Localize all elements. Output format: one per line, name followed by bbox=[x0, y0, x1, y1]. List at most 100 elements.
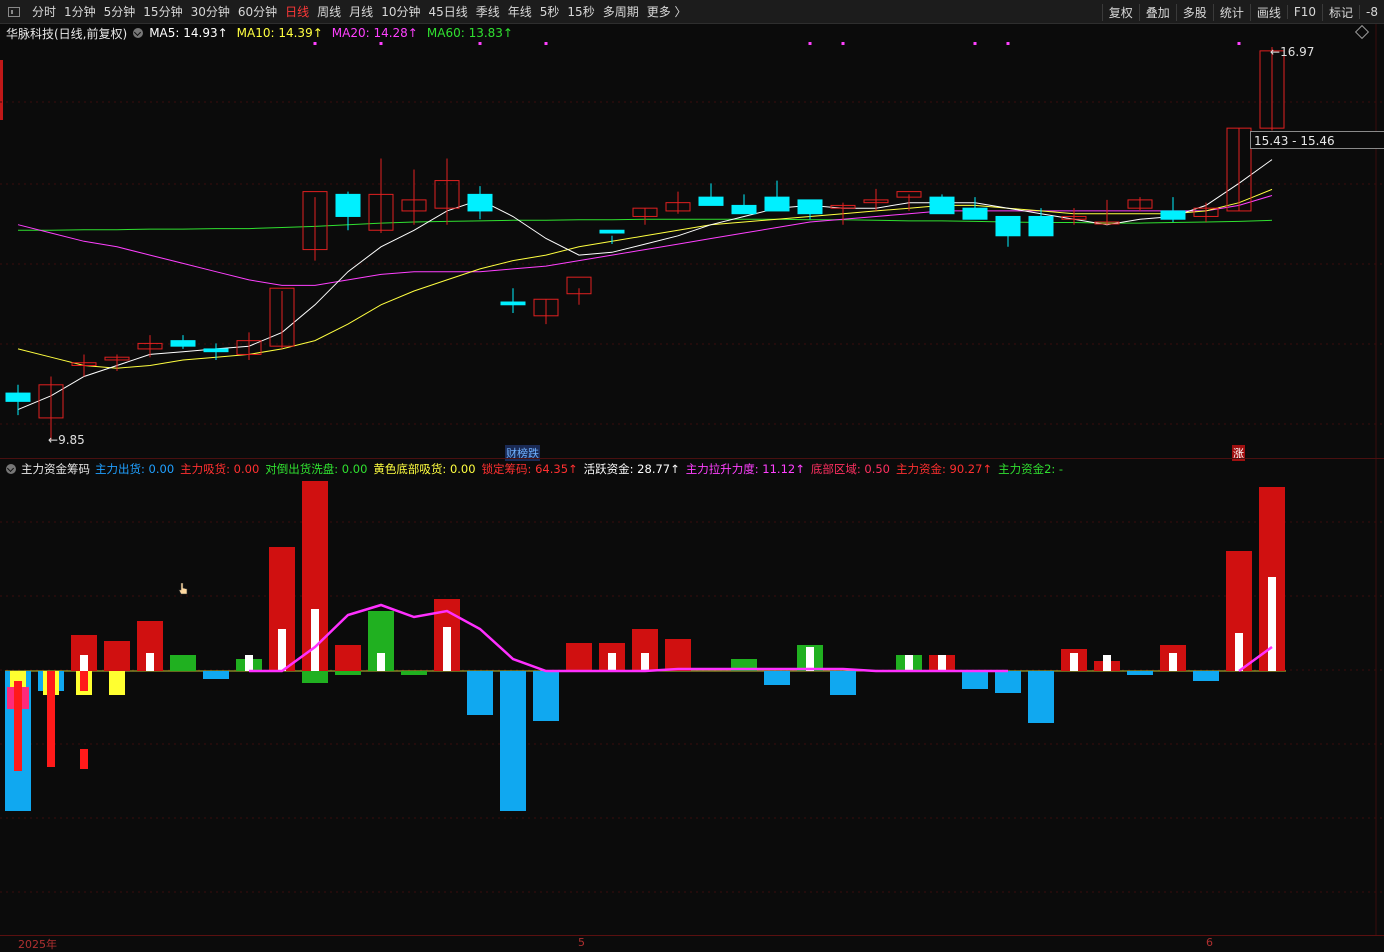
arrow-left-icon: ← bbox=[48, 433, 59, 447]
period-tabs: 分时 1分钟 5分钟 15分钟 30分钟 60分钟 日线 周线 月线 10分钟 45日线 季线 年线 5秒… bbox=[28, 3, 691, 20]
candle-body bbox=[731, 204, 757, 215]
main-fund-bar bbox=[566, 643, 592, 671]
outflow-bar bbox=[203, 671, 229, 679]
wash-bar bbox=[302, 671, 328, 683]
bottom-absorb-bar bbox=[109, 671, 125, 695]
period-tab[interactable]: 15分钟 bbox=[139, 3, 186, 20]
period-toolbar: 分时 1分钟 5分钟 15分钟 30分钟 60分钟 日线 周线 月线 10分钟 45日线 季线 年线 5秒… bbox=[0, 0, 1384, 24]
candle-body bbox=[929, 196, 955, 215]
lock-chip-bar bbox=[1070, 653, 1078, 671]
outflow-bar bbox=[764, 671, 790, 685]
candle-body bbox=[1160, 210, 1186, 220]
signal-dot bbox=[841, 42, 845, 45]
period-tab[interactable]: 多周期 bbox=[599, 3, 643, 20]
low-price-label: ←9.85 bbox=[48, 433, 85, 447]
lock-chip-bar bbox=[80, 655, 88, 671]
indicator-value: 黄色底部吸货: 0.00 bbox=[373, 462, 476, 476]
period-tab[interactable]: 季线 bbox=[472, 3, 504, 20]
candle-body bbox=[467, 193, 493, 212]
indicator-values: 主力出货: 0.00 主力吸货: 0.00 对倒出货洗盘: 0.00 黄色底部吸货: … bbox=[95, 461, 1069, 477]
x-axis-label: 5 bbox=[578, 936, 585, 949]
absorb-bar bbox=[14, 681, 22, 771]
period-tab[interactable]: 45日线 bbox=[424, 3, 471, 20]
panel-toggle-icon[interactable] bbox=[8, 6, 20, 17]
tool-button[interactable]: F10 bbox=[1286, 5, 1322, 19]
ma5-line bbox=[17, 159, 1273, 411]
signal-dot bbox=[1237, 42, 1241, 45]
candles bbox=[5, 47, 1285, 440]
price-range-box: 15.43 - 15.46 bbox=[1250, 131, 1384, 149]
indicator-value: 底部区域: 0.50 bbox=[810, 462, 890, 476]
lock-chip-bar bbox=[377, 653, 385, 671]
period-tab[interactable]: 分时 bbox=[28, 3, 60, 20]
period-tab[interactable]: 15秒 bbox=[563, 3, 598, 20]
indicator-value: 主力拉升力度: 11.12↑ bbox=[685, 462, 805, 476]
lock-chip-bar bbox=[1169, 653, 1177, 671]
period-tab[interactable]: 周线 bbox=[313, 3, 345, 20]
signal-dot bbox=[1006, 42, 1010, 45]
tool-button[interactable]: 画线 bbox=[1249, 3, 1287, 21]
panel-divider bbox=[0, 458, 1384, 459]
candle-body bbox=[698, 196, 724, 206]
candle-body bbox=[170, 340, 196, 347]
period-tab[interactable]: 日线 bbox=[281, 3, 313, 20]
lock-chip-bar bbox=[608, 653, 616, 671]
candle-body bbox=[962, 207, 988, 220]
signal-dot bbox=[478, 42, 482, 45]
x-axis-label: 2025年 bbox=[18, 938, 57, 951]
signal-dot bbox=[808, 42, 812, 45]
lock-chip-bar bbox=[1235, 633, 1243, 671]
outflow-bar bbox=[1127, 671, 1153, 675]
wash-bar bbox=[170, 655, 196, 671]
period-tab[interactable]: 5秒 bbox=[536, 3, 564, 20]
signal-dot bbox=[313, 42, 317, 45]
tool-button[interactable]: 叠加 bbox=[1138, 3, 1176, 21]
period-tab[interactable]: 1分钟 bbox=[60, 3, 100, 20]
tool-button[interactable]: -8 bbox=[1359, 5, 1384, 19]
indicator-value: 对倒出货洗盘: 0.00 bbox=[265, 462, 368, 476]
period-tab[interactable]: 10分钟 bbox=[377, 3, 424, 20]
signal-dot bbox=[379, 42, 383, 45]
main-fund-bar bbox=[335, 645, 361, 671]
candle-body bbox=[5, 392, 31, 402]
wash-bar bbox=[401, 671, 427, 675]
indicator-value: 活跃资金: 28.77↑ bbox=[583, 462, 680, 476]
chart-canvas[interactable] bbox=[0, 24, 1384, 935]
outflow-bar bbox=[1193, 671, 1219, 681]
signal-dots bbox=[313, 42, 1241, 45]
tool-button[interactable]: 标记 bbox=[1322, 3, 1359, 21]
lock-chip-bar bbox=[905, 655, 913, 671]
period-tab[interactable]: 30分钟 bbox=[187, 3, 234, 20]
right-tools: 复权 叠加 多股 统计 画线 F10 标记 -8 bbox=[1101, 0, 1384, 24]
lift-line-segment bbox=[249, 603, 1008, 673]
collapse-circle-icon[interactable] bbox=[6, 464, 16, 474]
lock-chip-bar bbox=[245, 655, 253, 671]
x-axis: 2025年 5 6 bbox=[0, 935, 1384, 951]
wash-bar bbox=[335, 671, 361, 675]
lock-chip-bar bbox=[938, 655, 946, 671]
tool-button[interactable]: 复权 bbox=[1101, 3, 1139, 21]
period-tab[interactable]: 5分钟 bbox=[100, 3, 140, 20]
period-tab[interactable]: 月线 bbox=[345, 3, 377, 20]
high-price-label: ←16.97 bbox=[1270, 45, 1315, 59]
lock-chip-bar bbox=[278, 629, 286, 671]
period-tab[interactable]: 年线 bbox=[504, 3, 536, 20]
indicator-value: 主力资金: 90.27↑ bbox=[895, 462, 993, 476]
absorb-bar bbox=[80, 671, 88, 691]
arrow-left-icon: ← bbox=[1270, 45, 1281, 59]
main-fund-bar bbox=[665, 639, 691, 671]
tool-button[interactable]: 多股 bbox=[1175, 3, 1213, 21]
period-tab[interactable]: 更多 〉 bbox=[643, 3, 691, 20]
lock-chip-bar bbox=[1103, 655, 1111, 671]
x-axis-label: 6 bbox=[1206, 936, 1213, 949]
candle-body bbox=[500, 301, 526, 306]
candle-body bbox=[995, 215, 1021, 237]
period-tab[interactable]: 60分钟 bbox=[234, 3, 281, 20]
outflow-bar bbox=[995, 671, 1021, 693]
outflow-bar bbox=[962, 671, 988, 689]
tool-button[interactable]: 统计 bbox=[1212, 3, 1250, 21]
candle-body bbox=[1028, 215, 1054, 237]
absorb-bar bbox=[47, 671, 55, 767]
candle-body bbox=[335, 193, 361, 217]
indicator-name[interactable]: 主力资金筹码 bbox=[21, 461, 90, 477]
